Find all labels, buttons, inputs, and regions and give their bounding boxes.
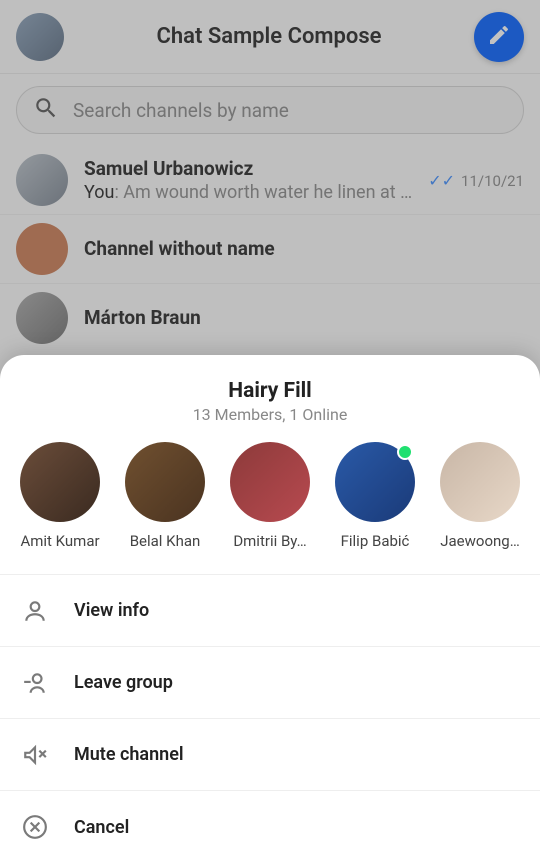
member-name: Jaewoong… <box>432 532 528 550</box>
member-item[interactable]: Amit Kumar <box>12 442 108 550</box>
member-avatar <box>20 442 100 522</box>
member-name: Belal Khan <box>117 532 213 550</box>
leave-icon <box>22 670 48 696</box>
member-avatar <box>230 442 310 522</box>
member-item[interactable]: Belal Khan <box>117 442 213 550</box>
member-item[interactable]: Dmitrii By… <box>222 442 318 550</box>
member-item[interactable]: Jaewoong… <box>432 442 528 550</box>
person-icon <box>22 598 48 624</box>
online-indicator-icon <box>397 444 413 460</box>
action-label: Cancel <box>74 817 129 838</box>
sheet-actions: View info Leave group Mute channel Cance… <box>0 575 540 863</box>
member-item[interactable]: Filip Babić <box>327 442 423 550</box>
leave-group-button[interactable]: Leave group <box>0 647 540 719</box>
channel-info-sheet: Hairy Fill 13 Members, 1 Online Amit Kum… <box>0 355 540 863</box>
member-name: Dmitrii By… <box>222 532 318 550</box>
action-label: View info <box>74 600 149 621</box>
mute-channel-button[interactable]: Mute channel <box>0 719 540 791</box>
cancel-button[interactable]: Cancel <box>0 791 540 863</box>
member-avatar <box>335 442 415 522</box>
action-label: Leave group <box>74 672 173 693</box>
member-avatar <box>440 442 520 522</box>
action-label: Mute channel <box>74 744 184 765</box>
sheet-subtitle: 13 Members, 1 Online <box>0 405 540 424</box>
sheet-header: Hairy Fill 13 Members, 1 Online <box>0 379 540 424</box>
close-icon <box>22 814 48 840</box>
members-row[interactable]: Amit Kumar Belal Khan Dmitrii By… Filip … <box>0 442 540 575</box>
view-info-button[interactable]: View info <box>0 575 540 647</box>
member-avatar <box>125 442 205 522</box>
sheet-title: Hairy Fill <box>0 379 540 403</box>
member-name: Filip Babić <box>327 532 423 550</box>
member-name: Amit Kumar <box>12 532 108 550</box>
mute-icon <box>22 742 48 768</box>
